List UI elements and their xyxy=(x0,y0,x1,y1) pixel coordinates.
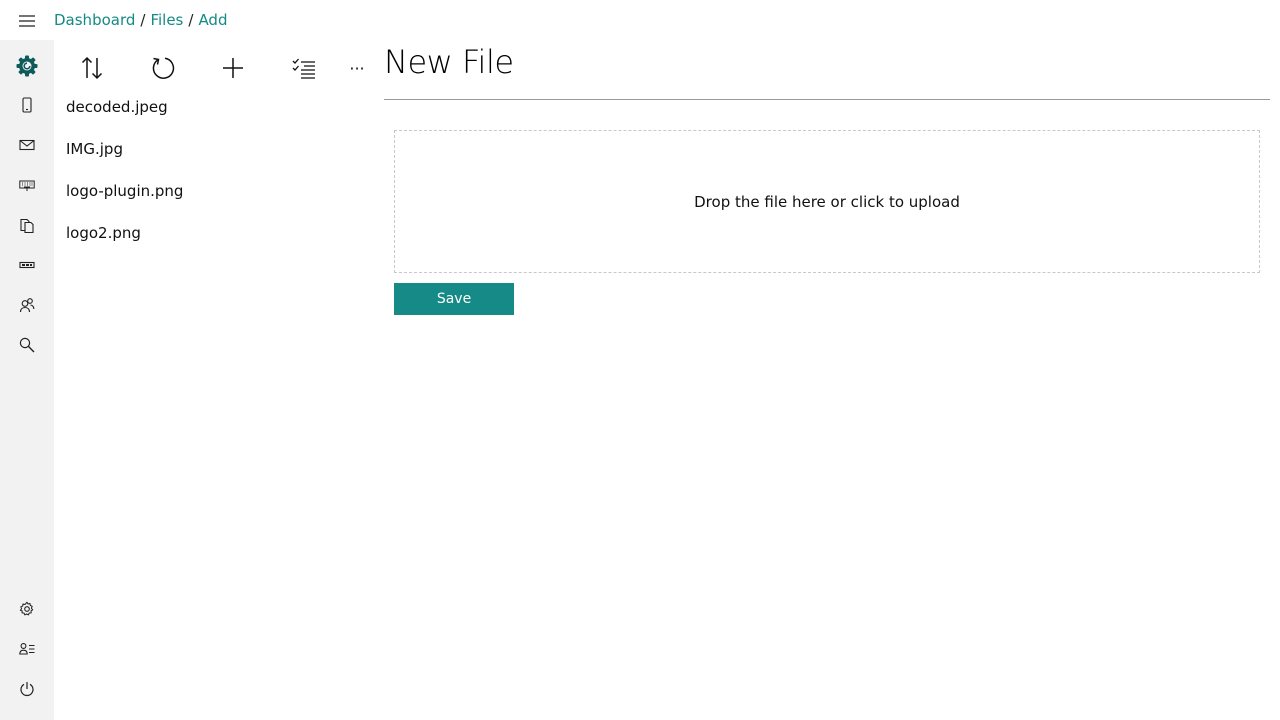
file-upload-dropzone[interactable]: Drop the file here or click to upload xyxy=(394,130,1260,273)
main-content: New File Drop the file here or click to … xyxy=(384,40,1270,720)
more-icon[interactable]: ··· xyxy=(333,44,381,92)
user-list-icon[interactable] xyxy=(0,629,54,669)
file-toolbar: ··· xyxy=(54,44,384,92)
keyboard-icon[interactable] xyxy=(0,165,54,205)
file-item[interactable]: decoded.jpeg xyxy=(54,86,384,128)
add-icon[interactable] xyxy=(209,44,257,92)
refresh-icon[interactable] xyxy=(139,44,187,92)
dropzone-text: Drop the file here or click to upload xyxy=(694,192,960,211)
navigation-rail xyxy=(0,40,54,720)
app-logo-icon[interactable] xyxy=(0,46,54,86)
breadcrumb-separator: / xyxy=(140,11,146,29)
hamburger-menu-icon[interactable] xyxy=(9,6,45,36)
mail-icon[interactable] xyxy=(0,125,54,165)
copy-files-icon[interactable] xyxy=(0,205,54,245)
breadcrumb-separator: / xyxy=(188,11,194,29)
sort-icon[interactable] xyxy=(68,44,116,92)
power-icon[interactable] xyxy=(0,669,54,709)
file-list: decoded.jpeg IMG.jpg logo-plugin.png log… xyxy=(54,86,384,254)
breadcrumb-dashboard-link[interactable]: Dashboard xyxy=(54,11,135,29)
file-item[interactable]: IMG.jpg xyxy=(54,128,384,170)
device-icon[interactable] xyxy=(0,85,54,125)
save-button[interactable]: Save xyxy=(394,283,514,315)
search-icon[interactable] xyxy=(0,325,54,365)
breadcrumb: Dashboard / Files / Add xyxy=(54,10,227,30)
breadcrumb-add-link[interactable]: Add xyxy=(198,11,227,29)
page-title: New File xyxy=(384,43,514,81)
file-item[interactable]: logo2.png xyxy=(54,212,384,254)
file-list-panel: ··· decoded.jpeg IMG.jpg logo-plugin.png… xyxy=(54,40,384,720)
top-bar: Dashboard / Files / Add xyxy=(0,0,1280,40)
users-icon[interactable] xyxy=(0,285,54,325)
file-item[interactable]: logo-plugin.png xyxy=(54,170,384,212)
breadcrumb-files-link[interactable]: Files xyxy=(150,11,183,29)
gear-icon[interactable] xyxy=(0,589,54,629)
select-list-icon[interactable] xyxy=(280,44,328,92)
title-divider xyxy=(384,99,1270,100)
switch-icon[interactable] xyxy=(0,245,54,285)
